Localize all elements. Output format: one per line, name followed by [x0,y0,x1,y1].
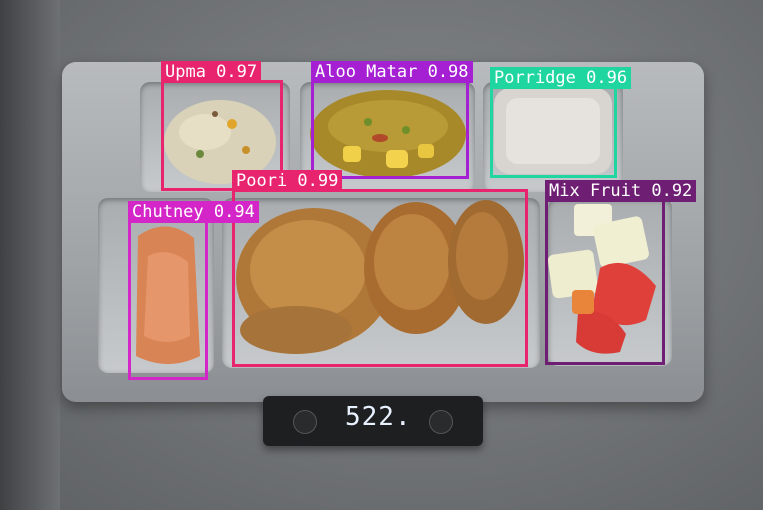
detection-box-porridge: Porridge 0.96 [490,67,632,178]
detection-box-chutney: Chutney 0.94 [128,201,259,380]
detection-box-poori: Poori 0.99 [232,170,528,367]
detection-label-chutney: Chutney 0.94 [128,201,259,223]
detection-box-mix-fruit: Mix Fruit 0.92 [545,180,697,365]
scale-readout: 522. [345,402,412,432]
detection-box-aloo-matar: Aloo Matar 0.98 [311,61,473,179]
counter-edge [0,0,60,510]
detection-label-upma: Upma 0.97 [161,61,262,83]
detection-label-porridge: Porridge 0.96 [490,67,632,89]
detection-label-mix-fruit: Mix Fruit 0.92 [545,180,697,202]
scale-right-button[interactable] [429,410,453,434]
scale-left-button[interactable] [293,410,317,434]
kitchen-scale: 522. [263,396,483,446]
food-tray-photo: 522. Upma 0.97 Aloo Matar 0.98 Porridge … [0,0,763,510]
detection-label-poori: Poori 0.99 [232,170,343,192]
detection-label-aloo-matar: Aloo Matar 0.98 [311,61,473,83]
